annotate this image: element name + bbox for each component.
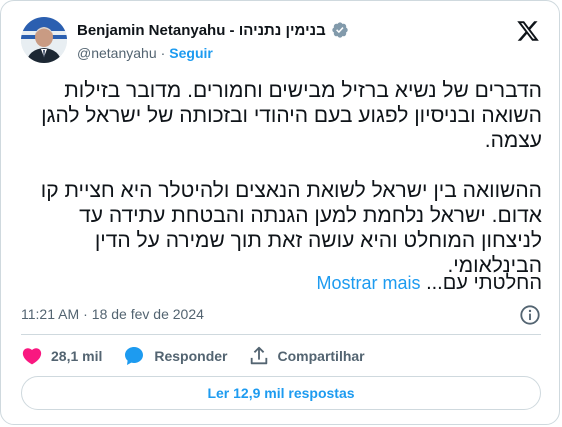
like-button[interactable]: 28,1 mil	[21, 345, 102, 367]
author-name[interactable]: Benjamin Netanyahu - בנימין נתניהו	[77, 22, 326, 39]
x-logo-icon[interactable]	[515, 19, 541, 43]
avatar-image	[21, 17, 67, 63]
like-count: 28,1 mil	[51, 348, 103, 364]
author-handle[interactable]: @netanyahu	[77, 45, 157, 61]
handle-separator: ·	[160, 45, 166, 61]
tweet-timestamp[interactable]: 11:21 AM · 18 de fev de 2024	[21, 306, 204, 322]
heart-icon	[22, 348, 42, 365]
reply-bubble-icon	[125, 347, 144, 365]
share-button[interactable]: Compartilhar	[248, 345, 365, 367]
share-label: Compartilhar	[277, 348, 365, 364]
tweet-text: הדברים של נשיא ברזיל מבישים וחמורים. מדו…	[19, 78, 542, 278]
avatar[interactable]	[21, 17, 67, 63]
tweet-card: Benjamin Netanyahu - בנימין נתניהו @neta…	[0, 0, 560, 425]
author-name-row: Benjamin Netanyahu - בנימין נתניהו	[77, 21, 349, 39]
follow-button[interactable]: Seguir	[169, 45, 213, 61]
tweet-paragraph-1: הדברים של נשיא ברזיל מבישים וחמורים. מדו…	[41, 79, 542, 152]
tweet-paragraph-3-fragment: החלטתי עם...	[426, 272, 542, 294]
tweet-date: 18 de fev de 2024	[91, 306, 204, 322]
info-icon[interactable]	[519, 304, 541, 326]
read-replies-button[interactable]: Ler 12,9 mil respostas	[21, 376, 541, 410]
tweet-truncated-row: החלטתי עם... Mostrar mais	[19, 271, 542, 296]
reply-button[interactable]: Responder	[122, 344, 228, 368]
read-replies-label: Ler 12,9 mil respostas	[207, 385, 355, 401]
tweet-paragraph-2: ההשוואה בין ישראל לשואת הנאצים ולהיטלר ה…	[40, 179, 542, 277]
show-more-link[interactable]: Mostrar mais	[316, 273, 420, 293]
tweet-actions: 28,1 mil Responder Compartilhar	[21, 344, 385, 368]
verified-badge-icon	[332, 22, 348, 38]
author-handle-row: @netanyahu · Seguir	[77, 45, 213, 61]
divider	[21, 334, 541, 335]
share-icon	[250, 346, 267, 365]
tweet-time: 11:21 AM	[21, 306, 80, 322]
reply-label: Responder	[154, 348, 228, 364]
timestamp-separator: ·	[83, 306, 88, 322]
